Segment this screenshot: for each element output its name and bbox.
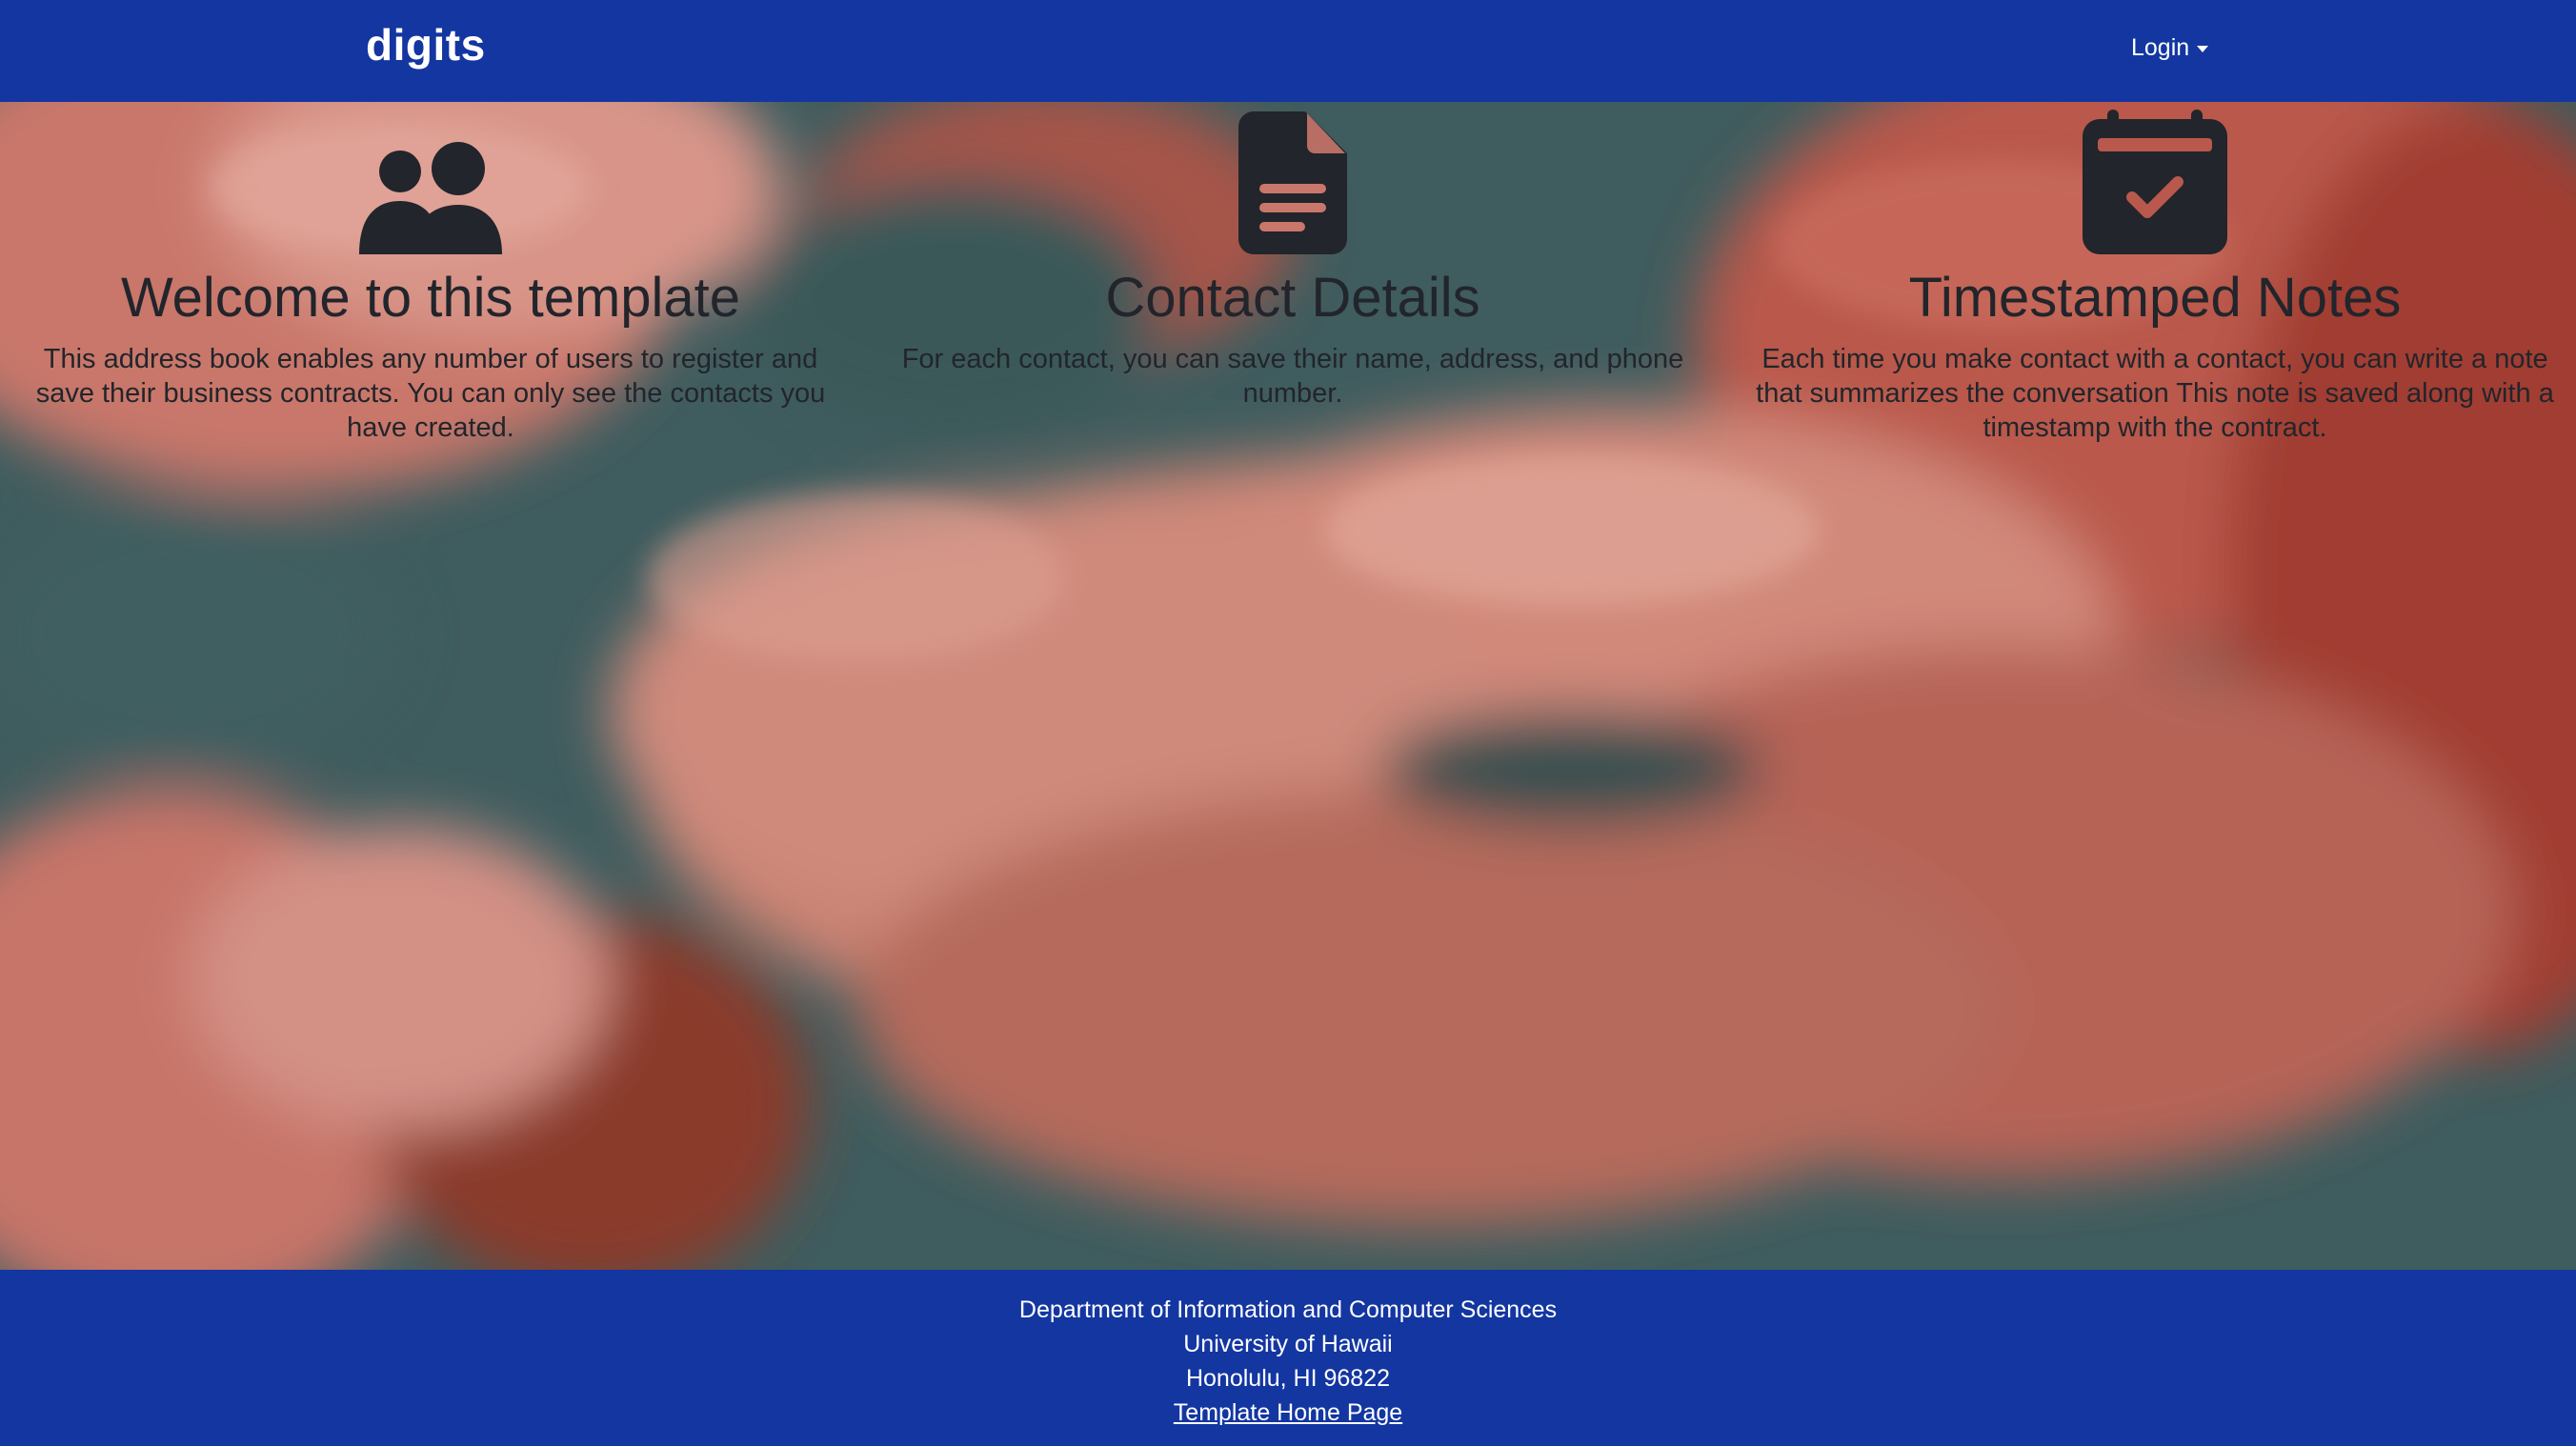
footer-address: Honolulu, HI 96822 [1185,1365,1391,1392]
feature-welcome: Welcome to this template This address bo… [11,102,850,445]
login-label: Login [2131,34,2190,61]
feature-title: Contact Details [1105,267,1480,329]
feature-contact-details: Contact Details For each contact, you ca… [874,102,1712,411]
feature-title: Timestamped Notes [1908,267,2402,329]
template-home-link[interactable]: Template Home Page [1174,1399,1402,1426]
footer: Department of Information and Computer S… [0,1270,2576,1446]
hero-section: Welcome to this template This address bo… [0,102,2576,1270]
feature-text: For each contact, you can save their nam… [901,343,1684,409]
caret-down-icon [2197,46,2209,52]
brand-link[interactable]: digits [366,19,486,70]
calendar-check-icon [1736,102,2574,254]
footer-department: Department of Information and Computer S… [1018,1296,1558,1323]
navbar: digits Login [0,0,2576,102]
feature-text: This address book enables any number of … [35,343,826,443]
login-dropdown[interactable]: Login [2131,34,2209,62]
feature-text: Each time you make contact with a contac… [1756,343,2554,443]
users-icon [11,102,850,254]
footer-university: University of Hawaii [1183,1331,1393,1357]
feature-timestamped-notes: Timestamped Notes Each time you make con… [1736,102,2574,445]
feature-title: Welcome to this template [120,267,741,329]
file-lines-icon [874,102,1712,254]
